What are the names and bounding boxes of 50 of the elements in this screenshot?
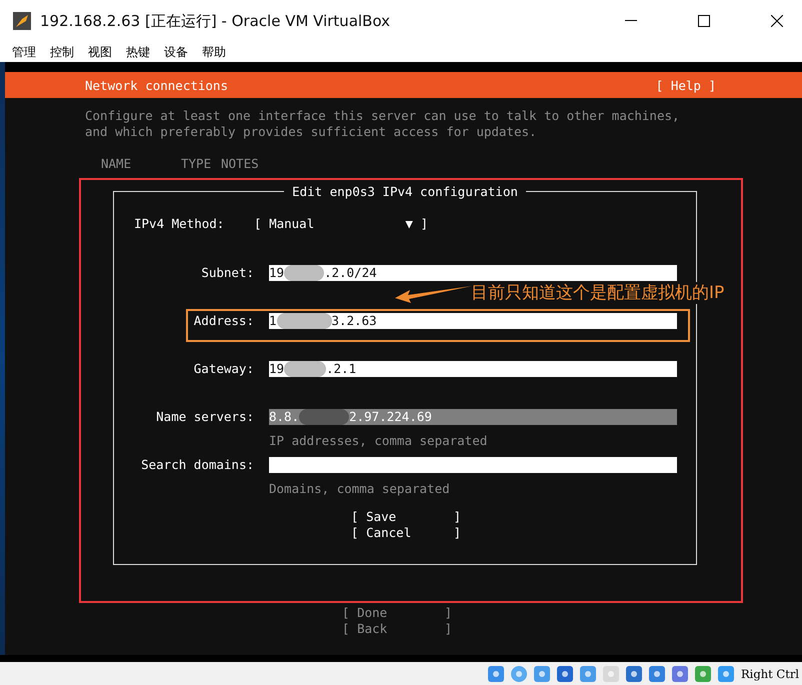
description-text: Configure at least one interface this server can use to talk to other machines, (85, 108, 681, 124)
input-field[interactable]: 1 3.2.63 (269, 313, 677, 329)
dialog-title: Edit enp0s3 IPv4 configuration (291, 184, 519, 199)
screen-title: Network connections (85, 78, 228, 92)
optical-disc-icon[interactable] (509, 664, 530, 684)
redaction-blur (276, 312, 332, 330)
field-value: 8.8. (269, 409, 300, 425)
field-value: .2.1 (326, 361, 356, 377)
input-field[interactable]: 8.8. 2.97.224.69 (269, 409, 677, 425)
column-header: NAME (101, 156, 132, 172)
menu-item[interactable]: 设备 (164, 44, 188, 60)
window-title: 192.168.2.63 [正在运行] - Oracle VM VirtualBox (40, 12, 392, 30)
field-label: Subnet: (200, 265, 254, 281)
input-field[interactable] (269, 457, 677, 473)
minimize-icon (625, 20, 637, 22)
field-value: .2.0/24 (324, 265, 377, 281)
input-field[interactable]: 19 .2.1 (269, 361, 677, 377)
redaction-blur (284, 360, 326, 378)
column-header: NOTES (221, 156, 260, 172)
help-button[interactable]: [ Help ] (656, 78, 716, 92)
dialog-button[interactable]: [ Cancel ] (351, 525, 461, 541)
field-hint: IP addresses, comma separated (269, 433, 488, 450)
field-label: IPv4 Method: (134, 216, 226, 230)
maximize-icon (698, 15, 710, 27)
field-value: 19 (269, 361, 284, 377)
field-value: 2.97.224.69 (349, 409, 432, 425)
menu-item[interactable]: 帮助 (202, 44, 226, 60)
field-value: 1 (269, 313, 277, 329)
description-text: and which preferably provides sufficient access for updates. (85, 124, 538, 140)
menu-item[interactable]: 管理 (12, 44, 36, 60)
redaction-blur (284, 264, 324, 282)
menu-item[interactable]: 控制 (50, 44, 74, 60)
field-value: 3.2.63 (332, 313, 377, 329)
annotation-text: 目前只知道这个是配置虚拟机的IP (471, 282, 724, 304)
field-value: 19 (269, 265, 284, 281)
menu-item[interactable]: 视图 (88, 44, 112, 60)
redaction-blur (299, 408, 350, 426)
method-dropdown[interactable]: [ Manual ▼ ] (254, 216, 428, 230)
host-key-label: Right Ctrl (741, 666, 799, 680)
field-label: Name servers: (155, 409, 254, 425)
column-header: TYPE (181, 156, 212, 172)
input-field[interactable]: 19 .2.0/24 (269, 265, 677, 281)
field-label: Search domains: (140, 457, 254, 473)
close-icon (771, 15, 783, 27)
field-label: Address: (192, 313, 254, 329)
field-hint: Domains, comma separated (269, 481, 450, 498)
app-icon (12, 11, 32, 31)
dialog-button[interactable]: [ Save ] (351, 509, 461, 525)
menu-item[interactable]: 热键 (126, 44, 150, 60)
field-label: Gateway: (192, 361, 254, 377)
